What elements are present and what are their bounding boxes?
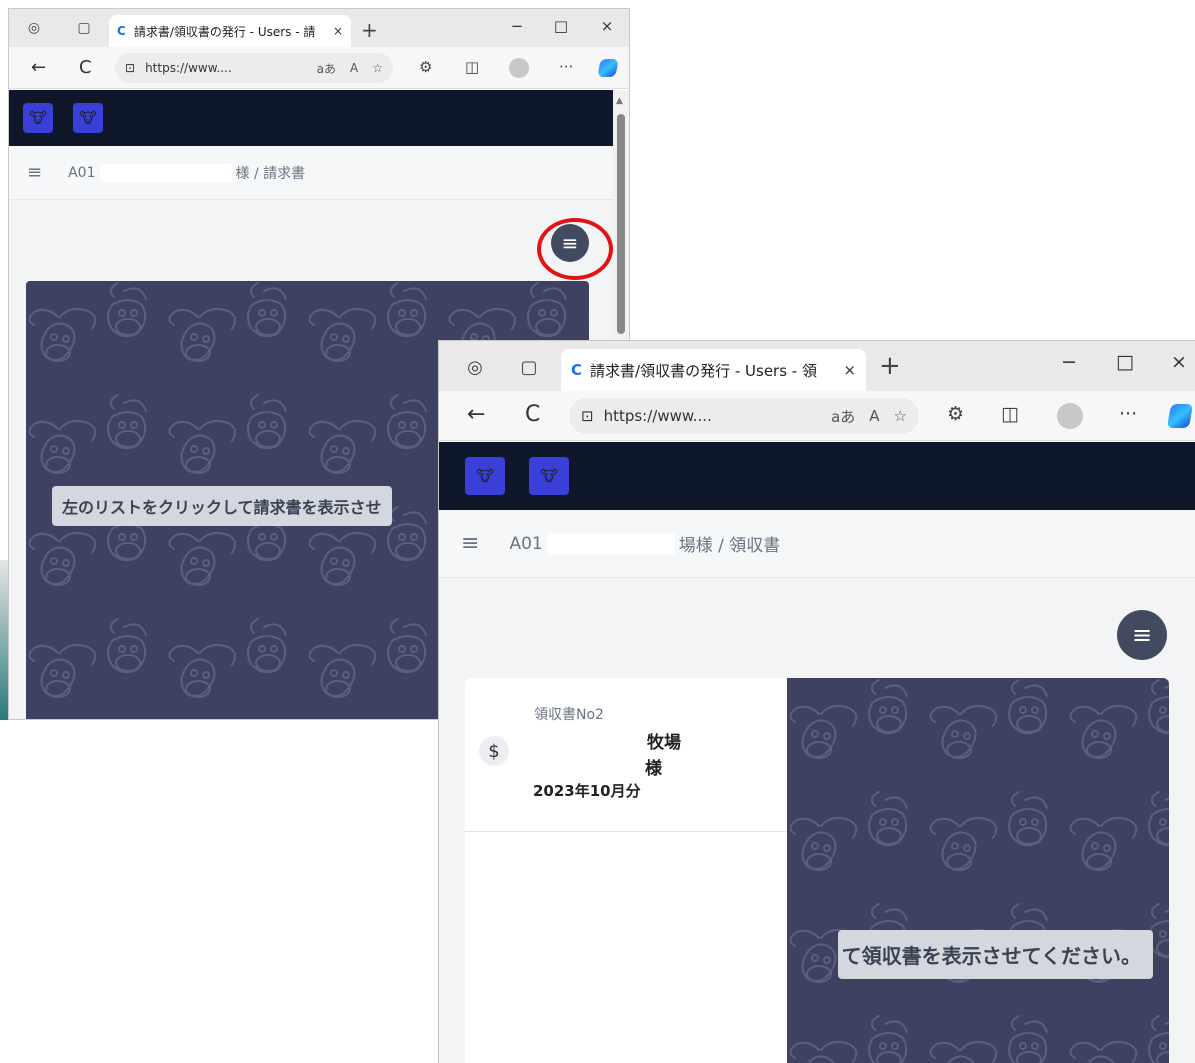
breadcrumb: ≡ A01 様 / 請求書 xyxy=(9,146,613,200)
maximize-icon[interactable]: □ xyxy=(1103,351,1147,373)
favorite-star-icon[interactable]: ☆ xyxy=(372,61,383,75)
new-tab-icon[interactable]: + xyxy=(361,18,378,42)
favorite-star-icon[interactable]: ☆ xyxy=(894,407,907,425)
address-row: ← C ⊡ https://www.... aあ A ☆ ⚙ ◫ ··· xyxy=(9,47,629,89)
hint-message: 左のリストをクリックして請求書を表示させ xyxy=(52,486,392,526)
dollar-icon: $ xyxy=(479,736,509,766)
ime-indicator: aあ xyxy=(831,407,856,426)
breadcrumb-prefix: A01 xyxy=(509,533,543,554)
app-header: 🐮 🐮 xyxy=(9,90,613,146)
receipt-list: $ 領収書No2 牧場 様 2023年10月分 xyxy=(465,678,787,1063)
minimize-icon[interactable]: − xyxy=(1047,351,1091,373)
tab-receipt[interactable]: C 請求書/領収書の発行 - Users - 領 × xyxy=(561,349,866,391)
copilot-icon[interactable] xyxy=(597,59,619,77)
tab-strip: ◎ ▢ C 請求書/領収書の発行 - Users - 領 × + − □ × xyxy=(439,341,1195,391)
redacted-name xyxy=(99,163,232,182)
tab-title: 請求書/領収書の発行 - Users - 請 xyxy=(133,24,316,39)
close-window-icon[interactable]: × xyxy=(589,17,625,35)
cow-logo-icon[interactable]: 🐮 xyxy=(23,103,53,133)
breadcrumb-suffix: 場様 / 領収書 xyxy=(678,536,781,556)
url-text: https://www.... xyxy=(603,407,712,425)
copilot-icon[interactable] xyxy=(1166,404,1194,428)
address-row: ← C ⊡ https://www.... aあ A ☆ ⚙ ◫ ··· xyxy=(439,391,1195,441)
ime-indicator: aあ xyxy=(316,61,337,76)
close-tab-icon[interactable]: × xyxy=(843,361,856,379)
list-item[interactable]: $ 領収書No2 牧場 様 2023年10月分 xyxy=(465,678,787,832)
hint-message: て領収書を表示させてください。 xyxy=(837,930,1153,979)
tab-actions-icon[interactable]: ◎ xyxy=(461,353,489,381)
extensions-icon[interactable]: ⚙ xyxy=(419,58,432,76)
scroll-up-arrow-icon[interactable]: ▲ xyxy=(616,96,623,106)
address-bar[interactable]: ⊡ https://www.... aあ A ☆ xyxy=(569,398,919,434)
url-text: https://www.... xyxy=(145,61,232,75)
breadcrumb-prefix: A01 xyxy=(68,164,96,181)
cow-pattern xyxy=(787,678,1169,1063)
app-header: 🐮 🐮 xyxy=(439,442,1195,510)
more-menu-icon[interactable]: ··· xyxy=(559,58,573,76)
site-favicon-icon: C xyxy=(571,361,583,379)
new-tab-icon[interactable]: + xyxy=(879,351,901,381)
address-bar[interactable]: ⊡ https://www.... aあ A ☆ xyxy=(115,53,393,83)
extensions-icon[interactable]: ⚙ xyxy=(947,403,964,425)
receipt-number: 領収書No2 xyxy=(534,707,604,723)
app-page: 🐮 🐮 ≡ A01 場様 / 領収書 ≡ $ 領収書No2 牧場 様 2023年… xyxy=(439,442,1195,1063)
back-icon[interactable]: ← xyxy=(31,57,46,78)
cow-logo-icon[interactable]: 🐮 xyxy=(73,103,103,133)
cow-logo-icon[interactable]: 🐮 xyxy=(465,457,505,495)
profile-avatar[interactable] xyxy=(1057,403,1083,429)
hamburger-icon[interactable]: ≡ xyxy=(27,162,42,183)
close-window-icon[interactable]: × xyxy=(1157,351,1195,373)
reload-icon[interactable]: C xyxy=(79,57,92,78)
hamburger-icon: ≡ xyxy=(1131,621,1153,649)
profile-avatar[interactable] xyxy=(509,58,529,78)
billing-month: 2023年10月分 xyxy=(533,782,641,800)
tab-strip: ◎ ▢ C 請求書/領収書の発行 - Users - 請 × + − □ × xyxy=(9,9,629,47)
site-favicon-icon: C xyxy=(117,24,126,38)
highlight-ring xyxy=(537,218,613,280)
cow-background-panel: て領収書を表示させてください。 xyxy=(787,678,1169,1063)
lock-icon: ⊡ xyxy=(125,61,136,75)
read-aloud-icon[interactable]: A xyxy=(869,407,879,425)
background-window-edge xyxy=(0,560,8,720)
breadcrumb: ≡ A01 場様 / 領収書 xyxy=(439,510,1195,578)
split-screen-icon[interactable]: ◫ xyxy=(465,58,479,76)
tab-title: 請求書/領収書の発行 - Users - 領 xyxy=(590,361,817,380)
breadcrumb-suffix: 様 / 請求書 xyxy=(235,165,306,182)
minimize-icon[interactable]: − xyxy=(499,17,535,35)
maximize-icon[interactable]: □ xyxy=(543,17,579,35)
more-menu-icon[interactable]: ··· xyxy=(1119,403,1137,425)
tab-invoice[interactable]: C 請求書/領収書の発行 - Users - 請 × xyxy=(109,15,351,47)
browser-window-receipt: ◎ ▢ C 請求書/領収書の発行 - Users - 領 × + − □ × ←… xyxy=(438,340,1195,1063)
cow-logo-icon[interactable]: 🐮 xyxy=(529,457,569,495)
split-screen-icon[interactable]: ◫ xyxy=(1001,403,1019,425)
lock-icon: ⊡ xyxy=(581,407,594,425)
close-tab-icon[interactable]: × xyxy=(333,24,343,38)
scroll-thumb[interactable] xyxy=(617,114,625,334)
vertical-tabs-icon[interactable]: ▢ xyxy=(515,353,543,381)
menu-button[interactable]: ≡ xyxy=(1117,610,1167,660)
read-aloud-icon[interactable]: A xyxy=(350,61,358,75)
back-icon[interactable]: ← xyxy=(467,402,485,427)
hamburger-icon[interactable]: ≡ xyxy=(461,531,479,556)
vertical-tabs-icon[interactable]: ▢ xyxy=(73,17,95,39)
tab-actions-icon[interactable]: ◎ xyxy=(23,17,45,39)
redacted-name xyxy=(546,532,675,555)
honorific: 様 xyxy=(645,759,662,779)
farm-name: 牧場 xyxy=(647,733,681,753)
reload-icon[interactable]: C xyxy=(525,402,540,427)
